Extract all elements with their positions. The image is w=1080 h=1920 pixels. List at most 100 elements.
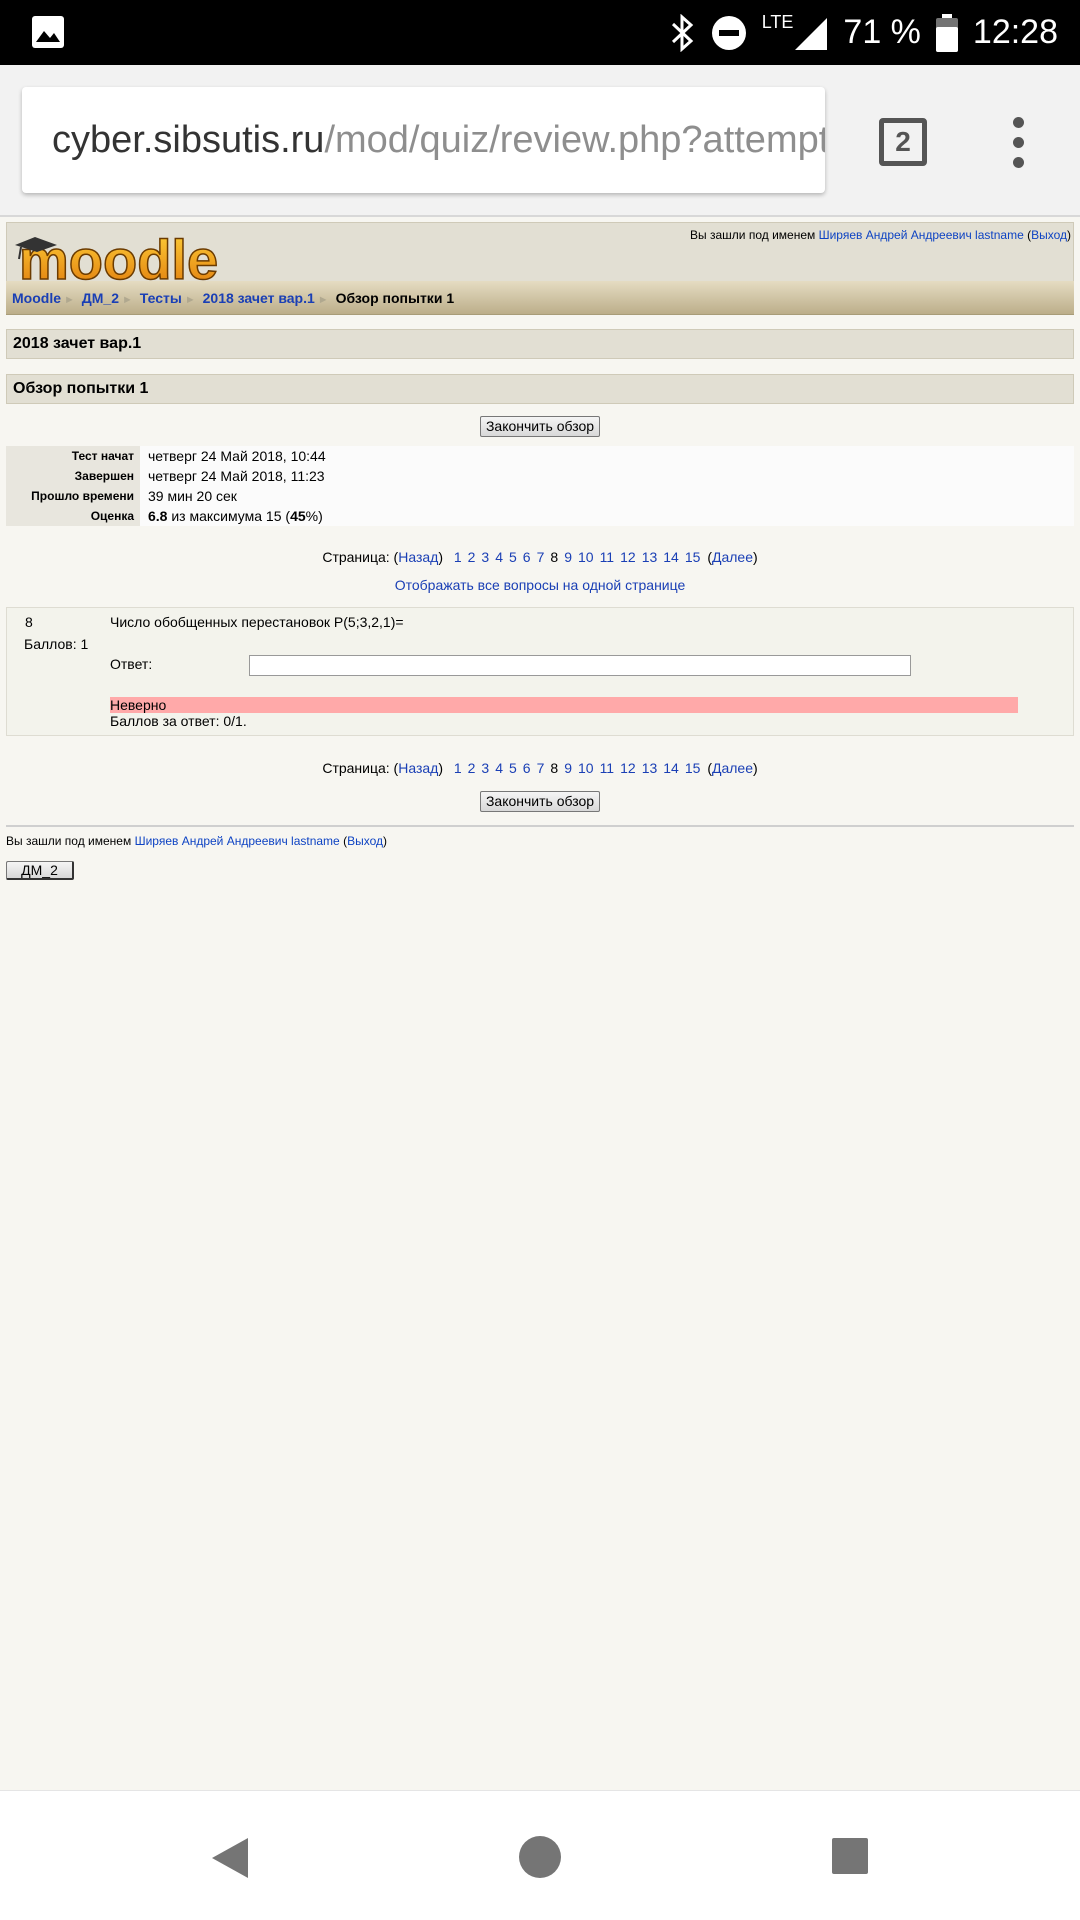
login-prefix: Вы зашли под именем [690,228,816,242]
browser-menu-icon[interactable] [1006,117,1030,169]
url-bar[interactable]: cyber.sibsutis.ru/mod/quiz/review.php?at… [22,87,825,193]
breadcrumb-moodle[interactable]: Moodle [12,290,61,306]
summary-row-grade: Оценка 6.8 из максимума 15 (45%) [6,506,1074,526]
result-incorrect: Неверно [110,697,1018,713]
summary-value: 39 мин 20 сек [140,486,1074,506]
current-page: 8 [550,549,559,565]
back-icon[interactable] [210,1836,250,1880]
home-icon[interactable] [518,1835,562,1879]
url-path: /mod/quiz/review.php?attempt [324,119,825,161]
paging-next-link[interactable]: Далее [712,549,753,565]
page-link[interactable]: 11 [600,760,615,776]
finish-review-button-bottom[interactable]: Закончить обзор [480,791,600,812]
grade-mid: из максимума 15 ( [171,508,291,524]
tab-switcher-button[interactable]: 2 [879,118,927,166]
footer-divider [6,825,1074,827]
battery-icon [935,13,958,52]
page-link[interactable]: 6 [523,549,531,565]
page-link[interactable]: 2 [468,760,476,776]
breadcrumb-current: Обзор попытки 1 [335,290,455,306]
page-link[interactable]: 1 [454,549,462,565]
summary-row: Завершен четверг 24 Май 2018, 11:23 [6,466,1074,486]
summary-label: Завершен [6,466,140,486]
page-link[interactable]: 7 [537,549,545,565]
page-link[interactable]: 4 [495,549,503,565]
paging-paren: ) [753,549,758,565]
clock: 12:28 [972,13,1058,51]
page-link[interactable]: 1 [454,760,462,776]
page-link[interactable]: 9 [564,549,572,565]
paging-paren: ) [438,760,444,776]
current-page: 8 [550,760,559,776]
footer-logout-link[interactable]: Выход [347,834,383,848]
question-text: Число обобщенных перестановок P(5;3,2,1)… [110,614,404,630]
network-type: LTE [761,12,794,32]
breadcrumb-tests[interactable]: Тесты [140,290,182,306]
page-link[interactable]: 7 [537,760,545,776]
question-number: 8 [25,614,33,630]
course-home-button[interactable]: ДМ_2 [6,861,74,880]
breadcrumb: Moodle ► ДМ_2 ► Тесты ► 2018 зачет вар.1 ► О… [6,281,1074,315]
summary-value: четверг 24 Май 2018, 11:23 [140,466,1074,486]
login-info: Вы зашли под именем Ширяев Андрей Андрее… [690,228,1071,242]
page-link[interactable]: 6 [523,760,531,776]
paging-prev-link[interactable]: Назад [398,760,438,776]
do-not-disturb-icon [711,15,746,50]
battery-percent: 71 % [843,13,921,51]
grade-percent: 45 [290,508,306,524]
show-all-questions-link[interactable]: Отображать все вопросы на одной странице [0,577,1080,593]
page-link[interactable]: 9 [564,760,572,776]
page-link[interactable]: 12 [620,760,636,776]
summary-value: четверг 24 Май 2018, 10:44 [140,446,1074,466]
paging-prefix: Страница: ( [322,549,399,565]
paging-next-link[interactable]: Далее [712,760,753,776]
finish-review-button-top[interactable]: Закончить обзор [480,416,600,437]
page-link[interactable]: 10 [578,760,594,776]
image-notification-icon [32,16,64,48]
user-profile-link[interactable]: Ширяев Андрей Андреевич lastname [819,228,1024,242]
grade-score: 6.8 [148,508,168,524]
page-link[interactable]: 10 [578,549,594,565]
page-link[interactable]: 13 [642,760,658,776]
grade-end: %) [305,508,323,524]
bluetooth-icon [671,13,693,52]
system-navigation-bar [0,1790,1080,1920]
paging-paren: ) [753,760,758,776]
moodle-logo[interactable]: moodle [11,225,231,287]
breadcrumb-course[interactable]: ДМ_2 [82,290,119,306]
answer-field[interactable] [249,655,911,676]
recents-icon[interactable] [831,1837,869,1875]
browser-toolbar: cyber.sibsutis.ru/mod/quiz/review.php?at… [0,65,1080,217]
quiz-title: 2018 зачет вар.1 [6,329,1074,359]
paging-prev-link[interactable]: Назад [398,549,438,565]
moodle-page: moodle Вы зашли под именем Ширяев Андрей… [0,217,1080,1790]
question-grade: Баллов: 1 [24,636,89,652]
paging-bar-top: Страница: (Назад) 1 2 3 4 5 6 7 8 9 10 11 12 13 14 15 … [0,549,1080,565]
page-link[interactable]: 3 [481,760,489,776]
status-bar: LTE 71 % 12:28 [0,0,1080,65]
page-link[interactable]: 14 [663,760,679,776]
page-link[interactable]: 3 [481,549,489,565]
logout-link[interactable]: Выход [1031,228,1067,242]
attempt-title: Обзор попытки 1 [6,374,1074,404]
page-link[interactable]: 4 [495,760,503,776]
answer-score: Баллов за ответ: 0/1. [110,713,247,729]
paging-bar-bottom: Страница: (Назад) 1 2 3 4 5 6 7 8 9 10 11 12 13 14 15 … [0,760,1080,776]
footer-login-prefix: Вы зашли под именем [6,834,132,848]
signal-icon [795,17,828,50]
summary-label: Тест начат [6,446,140,466]
page-link[interactable]: 15 [685,760,701,776]
page-link[interactable]: 5 [509,549,517,565]
page-link[interactable]: 13 [642,549,658,565]
page-link[interactable]: 2 [468,549,476,565]
attempt-summary-table: Тест начат четверг 24 Май 2018, 10:44 За… [6,446,1074,526]
breadcrumb-quiz[interactable]: 2018 зачет вар.1 [203,290,315,306]
summary-label: Прошло времени [6,486,140,506]
page-link[interactable]: 12 [620,549,636,565]
page-link[interactable]: 5 [509,760,517,776]
page-link[interactable]: 11 [600,549,615,565]
page-link[interactable]: 15 [685,549,701,565]
page-link[interactable]: 14 [663,549,679,565]
summary-row: Тест начат четверг 24 Май 2018, 10:44 [6,446,1074,466]
footer-user-profile-link[interactable]: Ширяев Андрей Андреевич lastname [135,834,340,848]
